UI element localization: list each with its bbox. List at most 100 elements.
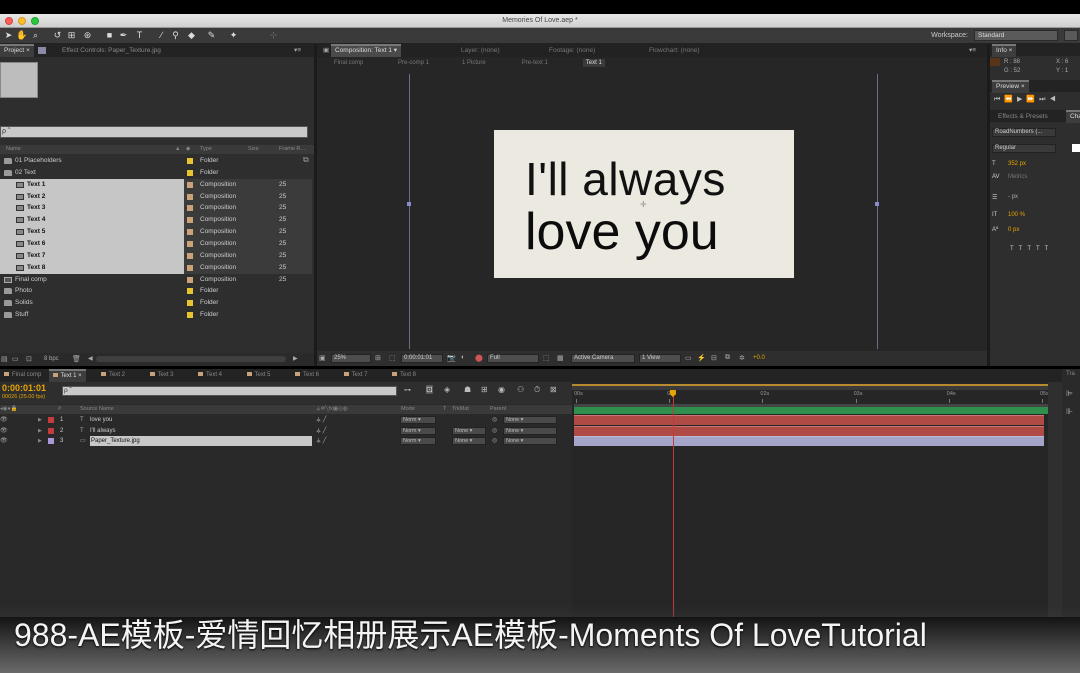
fill-color-swatch[interactable]	[1072, 144, 1080, 152]
column-type[interactable]: Type	[200, 145, 212, 154]
camera-tool-icon[interactable]: ⊞	[66, 30, 77, 41]
camera-view-select[interactable]: Active Camera	[571, 354, 635, 363]
column-t[interactable]: T	[443, 405, 446, 414]
timeline-icon[interactable]: ⊟	[711, 354, 717, 362]
label-column-icon[interactable]: ◆	[186, 145, 190, 154]
vertical-scale-value[interactable]: 100 %	[1008, 212, 1025, 218]
label-color-swatch[interactable]	[187, 169, 193, 176]
layer-switches[interactable]: ⚶ ╱	[316, 415, 326, 425]
project-item[interactable]: 01 Placeholders Folder	[0, 155, 312, 167]
label-color-swatch[interactable]	[187, 264, 193, 271]
tab-project[interactable]: Project ×	[0, 44, 34, 57]
layer-label-color[interactable]	[48, 427, 54, 434]
expand-layer-icon[interactable]: ▶	[38, 415, 42, 425]
eraser-tool-icon[interactable]: ◆	[186, 30, 197, 41]
timeline-tab[interactable]: Text 7	[340, 369, 372, 382]
draft-3d-icon[interactable]: ◈	[444, 385, 450, 394]
layer-switches[interactable]: ⚶ ╱	[316, 436, 326, 446]
font-family-select[interactable]: RoadNumbers (...	[992, 128, 1056, 137]
comp-text-line-2[interactable]: love you	[525, 202, 719, 262]
label-color-swatch[interactable]	[187, 158, 193, 164]
workspace-select[interactable]: Standard	[974, 30, 1058, 41]
live-update-icon[interactable]: ⊡	[426, 385, 433, 394]
eye-icon[interactable]: 👁	[0, 436, 8, 446]
layer-label-color[interactable]	[48, 438, 54, 444]
column-frame-rate[interactable]: Frame R...	[279, 145, 305, 154]
column-size[interactable]: Size	[248, 145, 259, 154]
project-item[interactable]: Text 1 Composition 25	[0, 178, 312, 191]
channel-icon[interactable]: ⬤	[475, 354, 483, 362]
label-color-swatch[interactable]	[187, 300, 193, 307]
label-color-swatch[interactable]	[187, 193, 193, 200]
scroll-left-icon[interactable]: ◀	[88, 355, 93, 362]
layer-name[interactable]: love you	[90, 415, 112, 425]
project-item[interactable]: Solids Folder	[0, 297, 312, 310]
layer-duration-bar[interactable]	[574, 436, 1044, 446]
comp-text-line-1[interactable]: I'll always	[525, 152, 726, 206]
eye-icon[interactable]: 👁	[0, 426, 8, 436]
layer-mode-select[interactable]: Norm ▾	[400, 416, 436, 424]
playhead-line[interactable]	[672, 390, 674, 617]
zoom-tool-icon[interactable]: ⌕	[30, 30, 41, 41]
layer-parent-select[interactable]: None ▾	[503, 416, 557, 424]
motion-blur-icon[interactable]: ◉	[498, 385, 505, 394]
project-item[interactable]: Text 8 Composition 25	[0, 261, 312, 274]
snapshot-icon[interactable]: 📷	[447, 354, 456, 362]
stroke-width-value[interactable]: - px	[1008, 194, 1018, 200]
pen-tool-icon[interactable]: ✒	[118, 30, 129, 41]
region-of-interest-icon[interactable]: ⬚	[543, 354, 550, 362]
parent-pickwhip-icon[interactable]: ◎	[492, 426, 497, 436]
current-time-button[interactable]: 0:00:01:01	[401, 354, 443, 363]
frame-blending-icon[interactable]: ⊞	[481, 385, 488, 394]
layer-parent-select[interactable]: None ▾	[503, 426, 557, 435]
trash-icon[interactable]: 🗑	[72, 355, 81, 363]
graph-editor-icon[interactable]: ⊠	[550, 385, 557, 394]
project-item[interactable]: Text 7 Composition 25	[0, 249, 312, 262]
column-mode[interactable]: Mode	[401, 405, 415, 414]
breadcrumb-item[interactable]: Text 1	[582, 59, 605, 67]
label-color-swatch[interactable]	[187, 205, 193, 212]
expand-layer-icon[interactable]: ▶	[38, 426, 42, 436]
exposure-value[interactable]: +0.0	[753, 355, 765, 361]
project-item[interactable]: Text 3 Composition 25	[0, 202, 312, 215]
clone-tool-icon[interactable]: ⚲	[170, 30, 181, 41]
layer-name[interactable]: Paper_Texture.jpg	[90, 436, 312, 446]
layer-switches[interactable]: ⚶ ╱	[316, 426, 326, 436]
label-color-swatch[interactable]	[187, 276, 193, 283]
always-preview-icon[interactable]: ▣	[319, 354, 326, 362]
play-icon[interactable]: ▶	[1017, 96, 1026, 103]
project-item[interactable]: 02 Text Folder	[0, 166, 312, 179]
prev-frame-icon[interactable]: ⏪	[1004, 96, 1017, 103]
tab-effect-controls[interactable]: Effect Controls: Paper_Texture.jpg	[58, 44, 165, 57]
magnification-select[interactable]: 25%	[331, 354, 371, 363]
horizontal-scrollbar[interactable]	[96, 356, 286, 362]
reset-exposure-icon[interactable]: ✲	[739, 354, 745, 362]
current-timecode[interactable]: 0:00:01:01	[2, 383, 46, 393]
expand-layer-icon[interactable]: ▶	[38, 436, 42, 446]
layer-duration-bar[interactable]	[574, 425, 1044, 436]
tab-flowchart[interactable]: Flowchart: (none)	[645, 44, 704, 57]
layer-trkmat-select[interactable]: None ▾	[452, 426, 486, 435]
hand-tool-icon[interactable]: ✋	[16, 30, 27, 41]
column-parent[interactable]: Parent	[490, 405, 506, 414]
next-frame-icon[interactable]: ⏩	[1026, 96, 1039, 103]
timeline-tab[interactable]: Final comp	[0, 369, 45, 382]
layer-name[interactable]: I'll always	[90, 426, 116, 436]
auto-keyframe-icon[interactable]: ⏱	[534, 385, 540, 395]
project-search-input[interactable]: ρ ˜	[0, 126, 308, 138]
tab-character[interactable]: Cha	[1066, 110, 1080, 123]
panel-menu-icon[interactable]: ▾≡	[290, 44, 305, 57]
timeline-layer[interactable]: 👁 ▶ 2 T I'll always ⚶ ╱ Norm ▾ None ▾ ◎ None ▾	[0, 426, 572, 436]
bit-depth-button[interactable]: 8 bpc	[44, 356, 59, 362]
interpret-footage-icon[interactable]: ▤	[1, 355, 8, 363]
timeline-scrollbar[interactable]	[1048, 382, 1062, 617]
font-style-select[interactable]: Regular	[992, 144, 1056, 153]
view-layout-select[interactable]: 1 View	[639, 354, 681, 363]
label-color-swatch[interactable]	[187, 229, 193, 236]
breadcrumb-item[interactable]: Pre-comp 1	[395, 59, 432, 67]
distribute-icon[interactable]: ⊪	[1066, 407, 1073, 416]
flowchart-icon[interactable]: ⧉	[303, 155, 309, 165]
project-item[interactable]: Text 5 Composition 25	[0, 226, 312, 239]
timeline-tab[interactable]: Text 8	[388, 369, 420, 382]
new-folder-icon[interactable]: ▭	[12, 355, 19, 363]
